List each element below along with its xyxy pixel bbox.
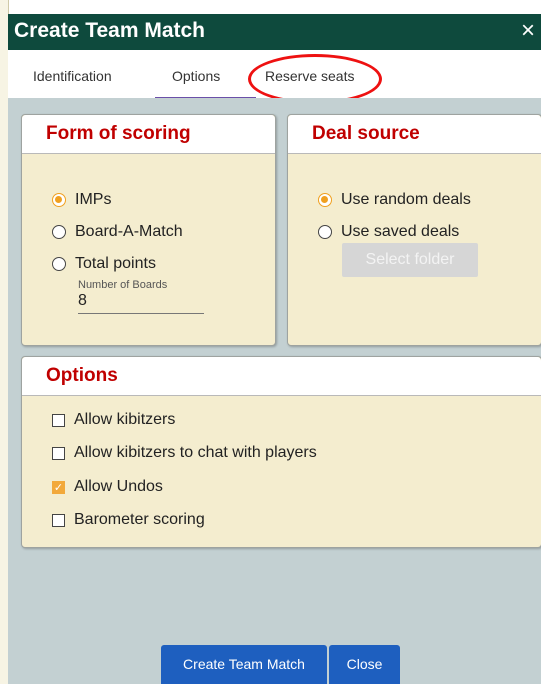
scoring-option-label: Board-A-Match: [75, 223, 183, 240]
dialog-content: Form of scoring IMPs Board-A-Match Total…: [8, 98, 541, 684]
boards-field-label: Number of Boards: [78, 279, 168, 291]
tab-reserve-seats[interactable]: Reserve seats: [265, 68, 354, 84]
option-label: Barometer scoring: [74, 511, 205, 528]
scoring-option-imps[interactable]: IMPs: [52, 191, 111, 209]
option-label: Allow kibitzers to chat with players: [74, 444, 317, 461]
checkbox-icon[interactable]: [52, 513, 65, 527]
checkbox-icon[interactable]: [52, 446, 65, 460]
tab-identification[interactable]: Identification: [33, 68, 112, 84]
close-icon[interactable]: ×: [521, 17, 535, 45]
checkbox-icon[interactable]: [52, 413, 65, 427]
deal-source-panel: Deal source Use random deals Use saved d…: [287, 114, 541, 346]
option-label: Allow kibitzers: [74, 411, 176, 428]
boards-field-input[interactable]: 8: [78, 292, 87, 310]
radio-icon[interactable]: [318, 225, 332, 239]
option-barometer-scoring[interactable]: Barometer scoring: [52, 511, 205, 529]
select-folder-button[interactable]: Select folder: [342, 243, 478, 277]
close-button[interactable]: Close: [329, 645, 400, 684]
dialog-title: Create Team Match: [14, 19, 206, 42]
scoring-option-total-points[interactable]: Total points: [52, 255, 156, 273]
option-allow-undos[interactable]: ✓ Allow Undos: [52, 478, 163, 496]
create-team-match-button[interactable]: Create Team Match: [161, 645, 327, 684]
deal-source-heading: Deal source: [288, 115, 541, 154]
tab-bar: Identification Options Reserve seats: [8, 50, 541, 99]
boards-field-underline: [78, 313, 204, 314]
deal-option-label: Use saved deals: [341, 223, 460, 240]
deal-option-random[interactable]: Use random deals: [318, 191, 471, 209]
radio-icon[interactable]: [52, 257, 66, 271]
deal-option-saved[interactable]: Use saved deals: [318, 223, 459, 241]
radio-selected-icon[interactable]: [52, 193, 66, 207]
radio-icon[interactable]: [52, 225, 66, 239]
scoring-option-label: Total points: [75, 255, 156, 272]
checkbox-checked-icon[interactable]: ✓: [52, 480, 65, 494]
option-allow-kibitzer-chat[interactable]: Allow kibitzers to chat with players: [52, 444, 317, 462]
options-panel: Options Allow kibitzers Allow kibitzers …: [21, 356, 541, 548]
option-allow-kibitzers[interactable]: Allow kibitzers: [52, 411, 175, 429]
option-label: Allow Undos: [74, 478, 163, 495]
scoring-option-label: IMPs: [75, 191, 112, 208]
deal-option-label: Use random deals: [341, 191, 471, 208]
radio-selected-icon[interactable]: [318, 193, 332, 207]
scoring-panel: Form of scoring IMPs Board-A-Match Total…: [21, 114, 276, 346]
scoring-heading: Form of scoring: [22, 115, 275, 154]
tab-options[interactable]: Options: [172, 68, 220, 84]
dialog-titlebar: Create Team Match ×: [8, 14, 541, 50]
options-heading: Options: [22, 357, 541, 396]
scoring-option-board-a-match[interactable]: Board-A-Match: [52, 223, 183, 241]
